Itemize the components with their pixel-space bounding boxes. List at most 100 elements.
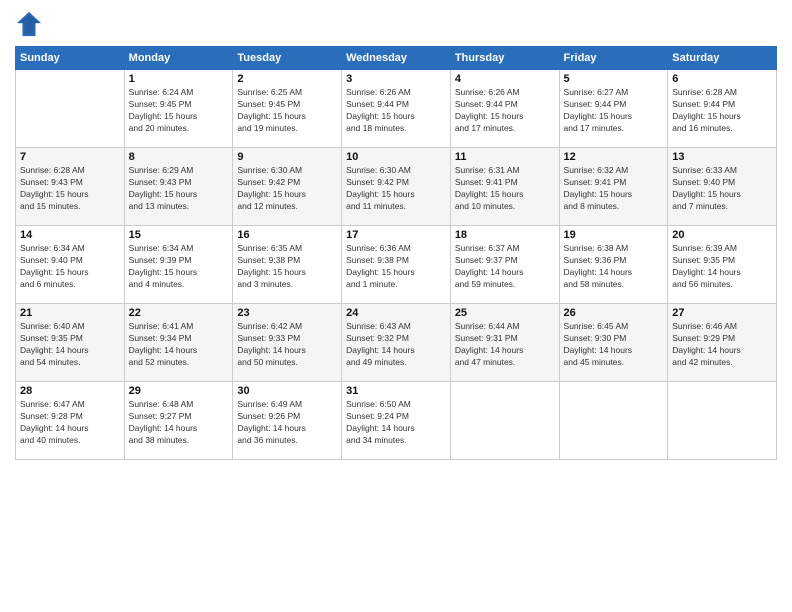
- day-info: Sunrise: 6:47 AM Sunset: 9:28 PM Dayligh…: [20, 399, 120, 447]
- day-number: 5: [564, 73, 664, 85]
- calendar-cell: 11 Sunrise: 6:31 AM Sunset: 9:41 PM Dayli…: [450, 148, 559, 226]
- day-info: Sunrise: 6:25 AM Sunset: 9:45 PM Dayligh…: [237, 87, 337, 135]
- day-info: Sunrise: 6:38 AM Sunset: 9:36 PM Dayligh…: [564, 243, 664, 291]
- day-number: 26: [564, 307, 664, 319]
- calendar-cell: 15 Sunrise: 6:34 AM Sunset: 9:39 PM Dayli…: [124, 226, 233, 304]
- day-number: 19: [564, 229, 664, 241]
- page: SundayMondayTuesdayWednesdayThursdayFrid…: [0, 0, 792, 612]
- calendar-cell: 1 Sunrise: 6:24 AM Sunset: 9:45 PM Daylig…: [124, 70, 233, 148]
- calendar-cell: 9 Sunrise: 6:30 AM Sunset: 9:42 PM Daylig…: [233, 148, 342, 226]
- day-number: 14: [20, 229, 120, 241]
- day-info: Sunrise: 6:45 AM Sunset: 9:30 PM Dayligh…: [564, 321, 664, 369]
- week-row-4: 21 Sunrise: 6:40 AM Sunset: 9:35 PM Dayli…: [16, 304, 777, 382]
- header-day-monday: Monday: [124, 47, 233, 70]
- calendar-cell: 10 Sunrise: 6:30 AM Sunset: 9:42 PM Dayli…: [342, 148, 451, 226]
- day-number: 9: [237, 151, 337, 163]
- calendar-cell: 14Sunrise: 6:34 AM Sunset: 9:40 PM Dayli…: [16, 226, 125, 304]
- day-number: 17: [346, 229, 446, 241]
- day-info: Sunrise: 6:34 AM Sunset: 9:39 PM Dayligh…: [129, 243, 229, 291]
- calendar-cell: 7 Sunrise: 6:28 AM Sunset: 9:43 PM Daylig…: [16, 148, 125, 226]
- week-row-2: 7 Sunrise: 6:28 AM Sunset: 9:43 PM Daylig…: [16, 148, 777, 226]
- calendar-cell: 22 Sunrise: 6:41 AM Sunset: 9:34 PM Dayli…: [124, 304, 233, 382]
- day-info: Sunrise: 6:28 AM Sunset: 9:43 PM Dayligh…: [20, 165, 120, 213]
- day-number: 4: [455, 73, 555, 85]
- day-number: 31: [346, 385, 446, 397]
- day-info: Sunrise: 6:48 AM Sunset: 9:27 PM Dayligh…: [129, 399, 229, 447]
- calendar-cell: [16, 70, 125, 148]
- week-row-1: 1 Sunrise: 6:24 AM Sunset: 9:45 PM Daylig…: [16, 70, 777, 148]
- calendar-cell: 21 Sunrise: 6:40 AM Sunset: 9:35 PM Dayli…: [16, 304, 125, 382]
- day-info: Sunrise: 6:26 AM Sunset: 9:44 PM Dayligh…: [346, 87, 446, 135]
- calendar-cell: 19 Sunrise: 6:38 AM Sunset: 9:36 PM Dayli…: [559, 226, 668, 304]
- day-number: 11: [455, 151, 555, 163]
- calendar-cell: 29 Sunrise: 6:48 AM Sunset: 9:27 PM Dayli…: [124, 382, 233, 460]
- day-info: Sunrise: 6:33 AM Sunset: 9:40 PM Dayligh…: [672, 165, 772, 213]
- day-number: 20: [672, 229, 772, 241]
- calendar-cell: 13 Sunrise: 6:33 AM Sunset: 9:40 PM Dayli…: [668, 148, 777, 226]
- day-number: 29: [129, 385, 229, 397]
- calendar-cell: 18 Sunrise: 6:37 AM Sunset: 9:37 PM Dayli…: [450, 226, 559, 304]
- day-number: 15: [129, 229, 229, 241]
- day-number: 22: [129, 307, 229, 319]
- week-row-3: 14Sunrise: 6:34 AM Sunset: 9:40 PM Dayli…: [16, 226, 777, 304]
- day-number: 8: [129, 151, 229, 163]
- day-info: Sunrise: 6:30 AM Sunset: 9:42 PM Dayligh…: [346, 165, 446, 213]
- day-number: 28: [20, 385, 120, 397]
- day-info: Sunrise: 6:44 AM Sunset: 9:31 PM Dayligh…: [455, 321, 555, 369]
- calendar-cell: 16 Sunrise: 6:35 AM Sunset: 9:38 PM Dayli…: [233, 226, 342, 304]
- day-number: 30: [237, 385, 337, 397]
- day-info: Sunrise: 6:40 AM Sunset: 9:35 PM Dayligh…: [20, 321, 120, 369]
- calendar-cell: 5 Sunrise: 6:27 AM Sunset: 9:44 PM Daylig…: [559, 70, 668, 148]
- calendar-cell: 26 Sunrise: 6:45 AM Sunset: 9:30 PM Dayli…: [559, 304, 668, 382]
- calendar-cell: 31 Sunrise: 6:50 AM Sunset: 9:24 PM Dayli…: [342, 382, 451, 460]
- header-day-friday: Friday: [559, 47, 668, 70]
- calendar-cell: 24 Sunrise: 6:43 AM Sunset: 9:32 PM Dayli…: [342, 304, 451, 382]
- day-info: Sunrise: 6:37 AM Sunset: 9:37 PM Dayligh…: [455, 243, 555, 291]
- logo-icon: [15, 10, 43, 38]
- day-info: Sunrise: 6:43 AM Sunset: 9:32 PM Dayligh…: [346, 321, 446, 369]
- calendar-cell: 28 Sunrise: 6:47 AM Sunset: 9:28 PM Dayli…: [16, 382, 125, 460]
- day-info: Sunrise: 6:39 AM Sunset: 9:35 PM Dayligh…: [672, 243, 772, 291]
- calendar-cell: 17Sunrise: 6:36 AM Sunset: 9:38 PM Dayli…: [342, 226, 451, 304]
- day-info: Sunrise: 6:50 AM Sunset: 9:24 PM Dayligh…: [346, 399, 446, 447]
- calendar-cell: 25 Sunrise: 6:44 AM Sunset: 9:31 PM Dayli…: [450, 304, 559, 382]
- day-number: 7: [20, 151, 120, 163]
- day-info: Sunrise: 6:46 AM Sunset: 9:29 PM Dayligh…: [672, 321, 772, 369]
- day-info: Sunrise: 6:27 AM Sunset: 9:44 PM Dayligh…: [564, 87, 664, 135]
- day-info: Sunrise: 6:29 AM Sunset: 9:43 PM Dayligh…: [129, 165, 229, 213]
- day-number: 25: [455, 307, 555, 319]
- calendar-cell: 8 Sunrise: 6:29 AM Sunset: 9:43 PM Daylig…: [124, 148, 233, 226]
- day-number: 2: [237, 73, 337, 85]
- day-number: 10: [346, 151, 446, 163]
- day-info: Sunrise: 6:49 AM Sunset: 9:26 PM Dayligh…: [237, 399, 337, 447]
- day-info: Sunrise: 6:41 AM Sunset: 9:34 PM Dayligh…: [129, 321, 229, 369]
- day-number: 13: [672, 151, 772, 163]
- calendar-cell: 30 Sunrise: 6:49 AM Sunset: 9:26 PM Dayli…: [233, 382, 342, 460]
- calendar-cell: 20 Sunrise: 6:39 AM Sunset: 9:35 PM Dayli…: [668, 226, 777, 304]
- day-number: 23: [237, 307, 337, 319]
- day-number: 21: [20, 307, 120, 319]
- header-day-thursday: Thursday: [450, 47, 559, 70]
- day-number: 24: [346, 307, 446, 319]
- calendar-cell: 23Sunrise: 6:42 AM Sunset: 9:33 PM Dayli…: [233, 304, 342, 382]
- day-info: Sunrise: 6:26 AM Sunset: 9:44 PM Dayligh…: [455, 87, 555, 135]
- calendar-cell: [559, 382, 668, 460]
- week-row-5: 28 Sunrise: 6:47 AM Sunset: 9:28 PM Dayli…: [16, 382, 777, 460]
- calendar-cell: 2 Sunrise: 6:25 AM Sunset: 9:45 PM Daylig…: [233, 70, 342, 148]
- day-info: Sunrise: 6:31 AM Sunset: 9:41 PM Dayligh…: [455, 165, 555, 213]
- day-number: 18: [455, 229, 555, 241]
- day-number: 16: [237, 229, 337, 241]
- day-number: 1: [129, 73, 229, 85]
- day-number: 27: [672, 307, 772, 319]
- calendar-cell: [450, 382, 559, 460]
- day-info: Sunrise: 6:32 AM Sunset: 9:41 PM Dayligh…: [564, 165, 664, 213]
- header: [15, 10, 777, 38]
- header-row: SundayMondayTuesdayWednesdayThursdayFrid…: [16, 47, 777, 70]
- day-info: Sunrise: 6:35 AM Sunset: 9:38 PM Dayligh…: [237, 243, 337, 291]
- day-number: 12: [564, 151, 664, 163]
- calendar-cell: 27 Sunrise: 6:46 AM Sunset: 9:29 PM Dayli…: [668, 304, 777, 382]
- calendar-cell: 4 Sunrise: 6:26 AM Sunset: 9:44 PM Daylig…: [450, 70, 559, 148]
- day-info: Sunrise: 6:24 AM Sunset: 9:45 PM Dayligh…: [129, 87, 229, 135]
- day-info: Sunrise: 6:30 AM Sunset: 9:42 PM Dayligh…: [237, 165, 337, 213]
- logo: [15, 10, 45, 38]
